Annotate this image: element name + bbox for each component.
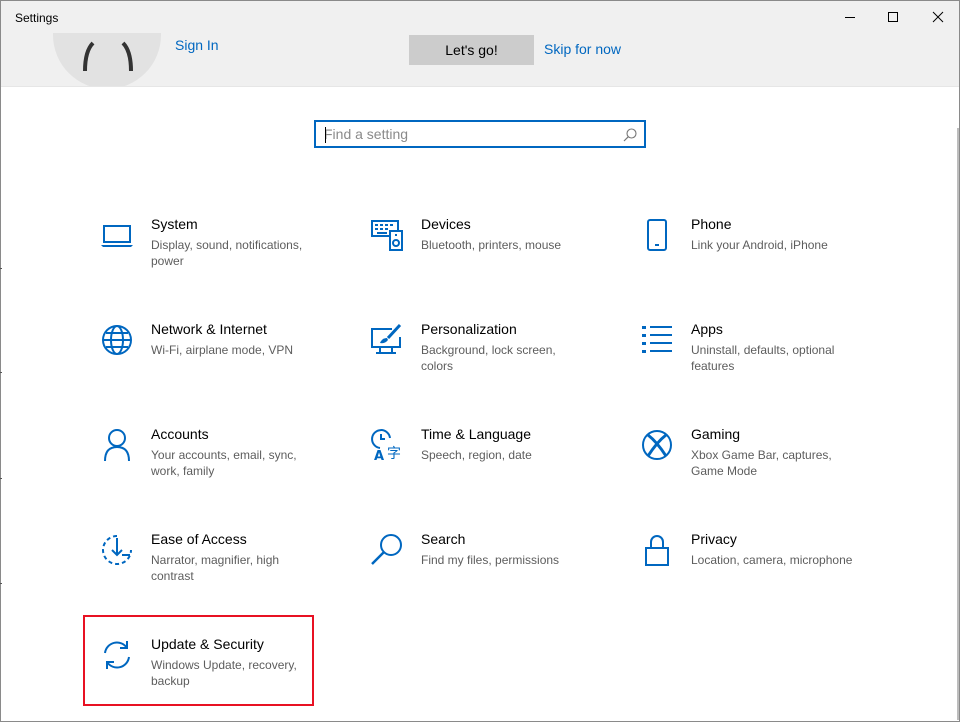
globe-icon [102,325,132,355]
tile-title: Network & Internet [151,321,267,337]
tile-description: Speech, region, date [421,448,532,462]
tile-description: Wi-Fi, airplane mode, VPN [151,343,294,357]
tile-privacy[interactable]: Privacy Location, camera, microphone [624,521,856,613]
person-icon [104,429,130,462]
tile-accounts[interactable]: Accounts Your accounts, email, sync, wor… [84,416,316,508]
tile-apps[interactable]: Apps Uninstall, defaults, optional featu… [624,311,856,403]
close-button[interactable] [915,1,960,33]
search-icon[interactable] [622,127,638,143]
selection-highlight [83,615,314,706]
tile-description: Bluetooth, printers, mouse [421,238,562,252]
tile-title: Privacy [691,531,737,547]
tile-personalization[interactable]: Personalization Background, lock screen,… [354,311,586,403]
tile-title: Apps [691,321,723,337]
tile-description: Your accounts, email, sync, work, family [151,448,297,478]
tile-title: Gaming [691,426,741,442]
time-language-icon: A 字 [371,429,401,462]
tile-title: Ease of Access [151,531,247,547]
minimize-button[interactable] [827,1,873,33]
tile-title: Phone [691,216,732,232]
tile-system[interactable]: System Display, sound, notifications, po… [84,206,316,298]
window-title: Settings [15,11,59,25]
lock-icon [645,535,669,566]
lets-go-button[interactable]: Let's go! [409,35,534,65]
tile-description: Uninstall, defaults, optional features [691,343,835,373]
tile-description: Narrator, magnifier, high contrast [151,553,280,583]
title-bar[interactable]: Settings [1,1,959,33]
laptop-icon [101,225,133,247]
skip-for-now-link[interactable]: Skip for now [544,41,621,57]
tile-title: Time & Language [421,426,531,442]
edge-mark [0,583,2,584]
tile-time-language[interactable]: A 字 Time & Language Speech, region, date [354,416,586,508]
sign-in-link[interactable]: Sign In [175,37,219,53]
tile-description: Location, camera, microphone [691,553,853,567]
edge-mark [0,478,2,479]
minimize-icon [845,17,855,18]
tile-search[interactable]: Search Find my files, permissions [354,521,586,613]
paintbrush-icon [371,323,402,354]
tile-title: Personalization [421,321,517,337]
tile-description: Find my files, permissions [421,553,560,567]
apps-list-icon [642,326,672,353]
maximize-button[interactable] [870,1,916,33]
account-banner: Sign In Let's go! Skip for now [1,33,959,87]
tile-devices[interactable]: Devices Bluetooth, printers, mouse [354,206,586,298]
search-input[interactable] [324,125,614,143]
tile-description: Link your Android, iPhone [691,238,828,252]
tile-title: System [151,216,198,232]
tile-description: Xbox Game Bar, captures, Game Mode [691,448,832,478]
tile-network-internet[interactable]: Network & Internet Wi-Fi, airplane mode,… [84,311,316,403]
tile-title: Search [421,531,466,547]
tile-description: Display, sound, notifications, power [151,238,303,268]
search-box[interactable] [314,120,646,148]
tile-ease-of-access[interactable]: Ease of Access Narrator, magnifier, high… [84,521,316,613]
svg-text:A: A [374,449,384,462]
edge-mark [0,268,2,269]
xbox-icon [642,430,672,460]
phone-icon [647,219,667,251]
tile-phone[interactable]: Phone Link your Android, iPhone [624,206,856,298]
close-icon [932,11,944,23]
avatar-person-icon [83,41,133,72]
scrollbar[interactable] [957,128,959,720]
tile-description: Background, lock screen, colors [421,343,556,373]
devices-icon [371,220,403,251]
magnifier-icon [371,534,402,565]
tile-title: Accounts [151,426,209,442]
edge-mark [0,372,2,373]
maximize-icon [888,12,898,22]
ease-of-access-icon [102,535,132,565]
text-caret [325,127,326,143]
tile-title: Devices [421,216,471,232]
svg-text:字: 字 [387,446,401,462]
tile-gaming[interactable]: Gaming Xbox Game Bar, captures, Game Mod… [624,416,856,508]
avatar [53,33,161,86]
